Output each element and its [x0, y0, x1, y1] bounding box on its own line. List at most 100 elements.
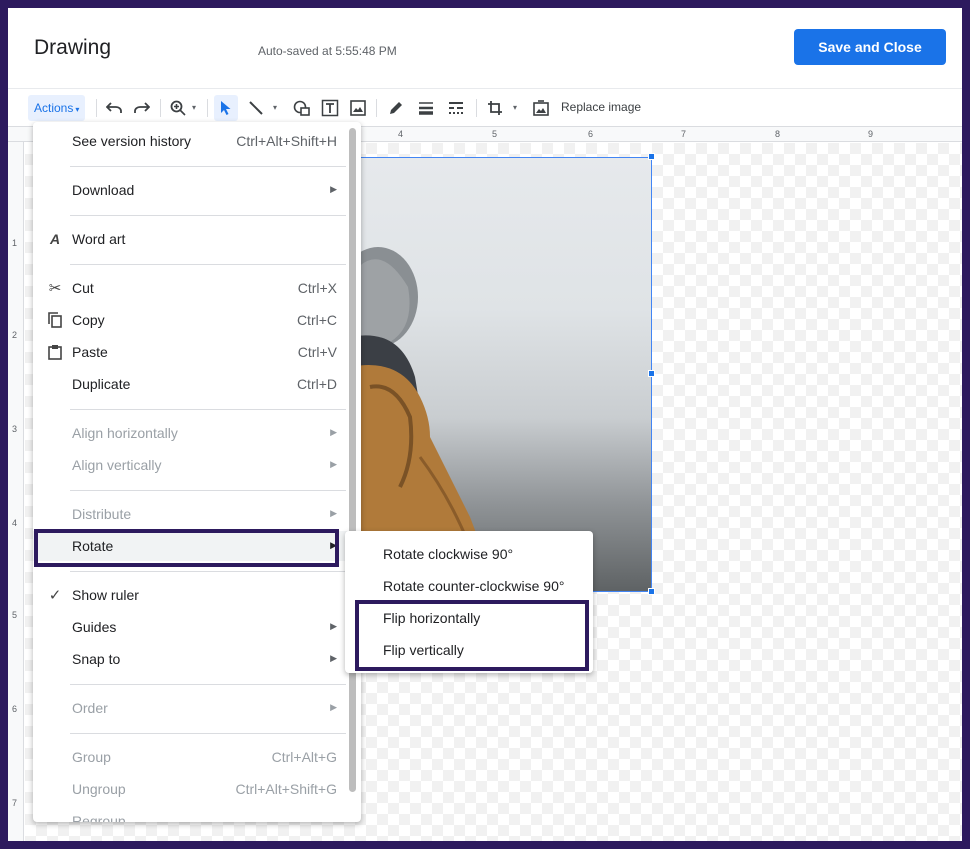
ruler-tick-label: 1: [12, 238, 18, 248]
ruler-tick-label: 5: [492, 129, 498, 139]
menu-item-copy[interactable]: Copy Ctrl+C: [33, 305, 361, 335]
zoom-icon[interactable]: [166, 95, 190, 121]
line-dash-icon[interactable]: [444, 95, 468, 121]
image-icon[interactable]: [346, 95, 370, 121]
submenu-item-label: Rotate counter-clockwise 90°: [383, 578, 565, 594]
line-weight-icon[interactable]: [414, 95, 438, 121]
textbox-icon[interactable]: [318, 95, 342, 121]
flip-highlight-box: [355, 600, 589, 671]
menu-item-ungroup[interactable]: Ungroup Ctrl+Alt+Shift+G: [33, 774, 361, 804]
menu-divider: [70, 166, 346, 167]
menu-item-label: See version history: [72, 133, 192, 149]
menu-item-label: Show ruler: [72, 587, 139, 603]
checkmark-icon: ✓: [48, 587, 62, 604]
autosave-status: Auto-saved at 5:55:48 PM: [258, 44, 397, 58]
submenu-arrow-icon: ▶: [330, 621, 337, 631]
menu-item-label: Copy: [72, 312, 105, 328]
menu-item-version-history[interactable]: See version history Ctrl+Alt+Shift+H: [33, 126, 361, 156]
menu-item-label: Align vertically: [72, 457, 162, 473]
menu-item-label: Duplicate: [72, 376, 131, 392]
word-art-icon: A: [49, 231, 61, 247]
menu-item-shortcut: Ctrl+X: [297, 280, 337, 296]
menu-item-label: Snap to: [72, 651, 121, 667]
resize-handle[interactable]: [648, 588, 655, 595]
submenu-arrow-icon: ▶: [330, 427, 337, 437]
rotate-highlight-box: [34, 529, 339, 567]
menu-item-label: Word art: [72, 231, 126, 247]
menu-divider: [70, 571, 346, 572]
menu-item-snap-to[interactable]: Snap to ▶: [33, 644, 361, 674]
chevron-down-icon: ▾: [75, 105, 80, 114]
selection-border: [360, 157, 652, 592]
ruler-tick-label: 8: [775, 129, 781, 139]
menu-item-word-art[interactable]: A Word art: [33, 224, 361, 254]
menu-item-label: Ungroup: [72, 781, 126, 797]
crop-dropdown-icon[interactable]: ▾: [513, 103, 517, 112]
menu-item-label: Cut: [72, 280, 94, 296]
menu-item-download[interactable]: Download ▶: [33, 175, 361, 205]
paste-icon: [45, 342, 65, 362]
toolbar: Actions ▾ ▾ ▾ ▾ Replace image: [8, 88, 962, 126]
save-and-close-button[interactable]: Save and Close: [794, 29, 946, 65]
menu-item-align-horizontally[interactable]: Align horizontally ▶: [33, 418, 361, 448]
toolbar-divider: [96, 99, 97, 117]
ruler-tick-label: 6: [12, 704, 18, 714]
menu-item-shortcut: Ctrl+Alt+Shift+H: [236, 133, 337, 149]
resize-handle[interactable]: [648, 153, 655, 160]
menu-item-regroup[interactable]: Regroup: [33, 806, 361, 822]
zoom-dropdown-icon[interactable]: ▾: [192, 103, 196, 112]
resize-handle[interactable]: [648, 370, 655, 377]
menu-divider: [70, 215, 346, 216]
menu-item-label: Download: [72, 182, 135, 198]
ruler-tick-label: 5: [12, 610, 18, 620]
ruler-tick-label: 4: [12, 518, 18, 528]
menu-scrollbar[interactable]: [349, 128, 356, 792]
menu-item-order[interactable]: Order ▶: [33, 693, 361, 723]
vertical-ruler: 1 2 3 4 5 6 7: [8, 142, 24, 841]
redo-icon[interactable]: [130, 95, 154, 121]
select-icon[interactable]: [214, 95, 238, 121]
pen-icon[interactable]: [384, 95, 408, 121]
menu-divider: [70, 264, 346, 265]
submenu-arrow-icon: ▶: [330, 702, 337, 712]
submenu-item-rotate-counter-clockwise[interactable]: Rotate counter-clockwise 90°: [345, 571, 593, 601]
ruler-tick-label: 7: [681, 129, 687, 139]
menu-item-label: Paste: [72, 344, 108, 360]
crop-icon[interactable]: [483, 95, 507, 121]
menu-divider: [70, 684, 346, 685]
scissors-icon: ✂: [48, 280, 62, 297]
drawing-dialog: Drawing Auto-saved at 5:55:48 PM Save an…: [8, 8, 962, 841]
ruler-tick-label: 7: [12, 798, 18, 808]
actions-menu-button[interactable]: Actions ▾: [28, 95, 86, 121]
menu-item-shortcut: Ctrl+Alt+G: [271, 749, 337, 765]
menu-divider: [70, 490, 346, 491]
copy-icon: [45, 310, 65, 330]
toolbar-divider: [207, 99, 208, 117]
menu-item-distribute[interactable]: Distribute ▶: [33, 499, 361, 529]
menu-item-guides[interactable]: Guides ▶: [33, 612, 361, 642]
submenu-arrow-icon: ▶: [330, 508, 337, 518]
menu-item-shortcut: Ctrl+C: [296, 312, 337, 328]
menu-item-show-ruler[interactable]: ✓ Show ruler: [33, 580, 361, 610]
submenu-arrow-icon: ▶: [330, 184, 337, 194]
menu-item-align-vertically[interactable]: Align vertically ▶: [33, 450, 361, 480]
replace-image-icon[interactable]: [529, 95, 553, 121]
submenu-arrow-icon: ▶: [330, 653, 337, 663]
replace-image-button[interactable]: Replace image: [561, 100, 641, 114]
menu-item-shortcut: Ctrl+V: [297, 344, 337, 360]
menu-item-shortcut: Ctrl+D: [296, 376, 337, 392]
menu-item-group[interactable]: Group Ctrl+Alt+G: [33, 742, 361, 772]
undo-icon[interactable]: [102, 95, 126, 121]
ruler-tick-label: 3: [12, 424, 18, 434]
menu-item-paste[interactable]: Paste Ctrl+V: [33, 337, 361, 367]
menu-item-shortcut: Ctrl+Alt+Shift+G: [235, 781, 337, 797]
shape-icon[interactable]: [290, 95, 314, 121]
submenu-item-rotate-clockwise[interactable]: Rotate clockwise 90°: [345, 539, 593, 569]
menu-item-duplicate[interactable]: Duplicate Ctrl+D: [33, 369, 361, 399]
submenu-arrow-icon: ▶: [330, 459, 337, 469]
menu-item-label: Order: [72, 700, 108, 716]
line-icon[interactable]: [244, 95, 268, 121]
menu-item-cut[interactable]: ✂ Cut Ctrl+X: [33, 273, 361, 303]
line-dropdown-icon[interactable]: ▾: [273, 103, 277, 112]
actions-menu: See version history Ctrl+Alt+Shift+H Down…: [33, 122, 361, 822]
